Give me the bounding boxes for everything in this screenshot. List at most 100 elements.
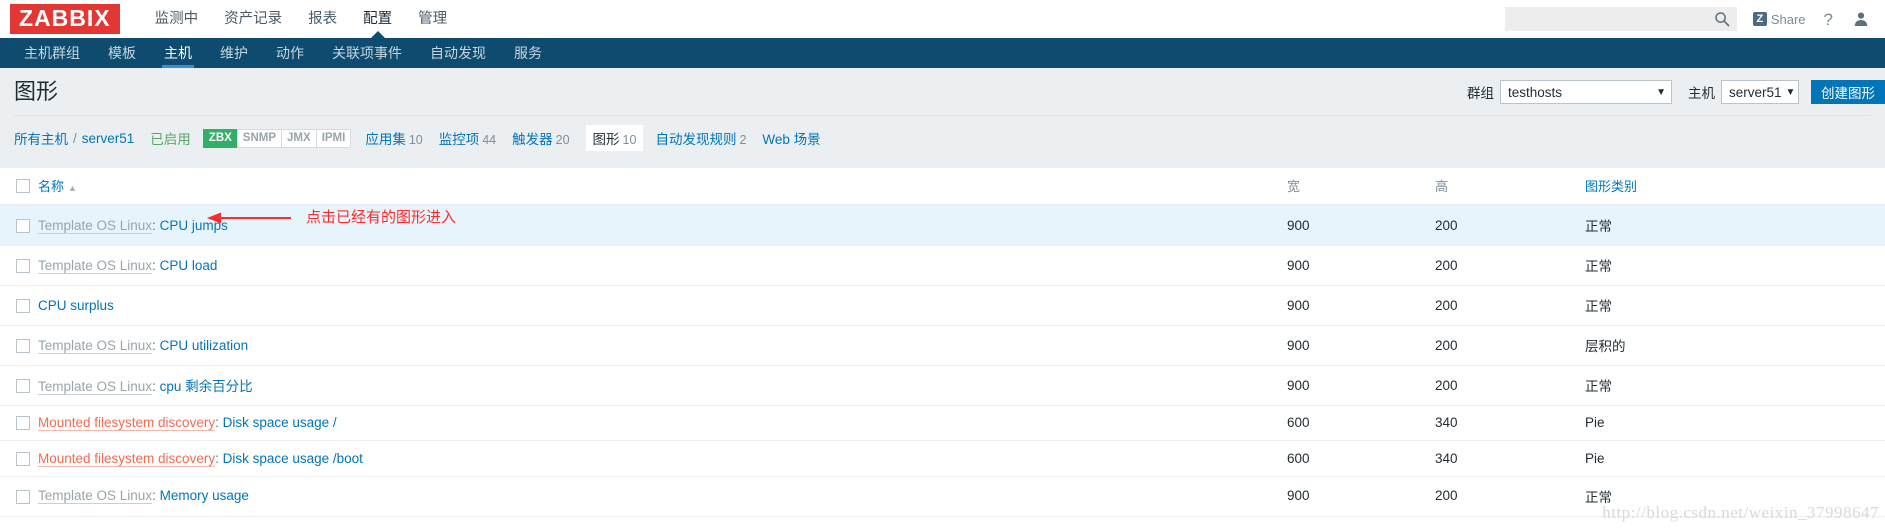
graph-width-cell: 900 <box>1287 516 1435 529</box>
graph-source-link[interactable]: Mounted filesystem discovery <box>38 415 216 432</box>
table-row[interactable]: Mounted filesystem discovery: Disk space… <box>0 405 1885 442</box>
graph-name-link[interactable]: CPU utilization <box>160 338 249 353</box>
graph-type-cell: 层积的 <box>1585 325 1885 366</box>
graph-source-link[interactable]: Template OS Linux <box>38 488 153 505</box>
search-icon[interactable] <box>1714 11 1730 27</box>
row-checkbox[interactable] <box>16 451 30 466</box>
graph-name-cell: Template OS Linux: cpu 剩余百分比 <box>38 365 1287 406</box>
breadcrumb-tab-2[interactable]: 触发器 20 <box>512 128 569 148</box>
group-select[interactable]: testhosts ▼ <box>1500 80 1672 104</box>
chevron-down-icon: ▼ <box>1785 86 1796 98</box>
graph-source-link[interactable]: Mounted filesystem discovery <box>38 450 216 467</box>
sort-ascending-icon: ▲ <box>68 183 77 193</box>
graph-name-link[interactable]: cpu 剩余百分比 <box>160 379 253 394</box>
sub-nav-item-5[interactable]: 关联项事件 <box>318 38 416 68</box>
table-row[interactable]: Network interface discovery: Network tra… <box>0 516 1885 529</box>
breadcrumb-tab-5[interactable]: Web 场景 <box>762 128 820 148</box>
graph-type-cell: 正常 <box>1585 516 1885 529</box>
main-nav-item-2[interactable]: 报表 <box>295 0 350 38</box>
table-row[interactable]: Template OS Linux: cpu 剩余百分比 900 200 正常 <box>0 365 1885 406</box>
graph-name-link[interactable]: CPU load <box>160 258 218 273</box>
table-row[interactable]: CPU surplus 900 200 正常 <box>0 285 1885 326</box>
breadcrumb-tab-count: 44 <box>482 133 497 147</box>
sub-nav-item-7[interactable]: 服务 <box>500 38 556 68</box>
top-header: ZABBIX 监测中 资产记录 报表 配置 管理 Z Share ? <box>0 0 1885 39</box>
row-checkbox[interactable] <box>16 378 30 393</box>
create-graph-button[interactable]: 创建图形 <box>1811 80 1885 104</box>
breadcrumb-tab-label: 图形 <box>592 132 620 147</box>
row-select-cell <box>0 325 38 366</box>
search-box[interactable] <box>1504 7 1737 31</box>
row-checkbox[interactable] <box>16 489 30 504</box>
row-select-cell <box>0 476 38 517</box>
table-row[interactable]: Template OS Linux: CPU load 900 200 正常 <box>0 245 1885 286</box>
graphs-table-wrap: 名称 ▲ 宽 高 图形类别 Template OS Linux: CPU jump… <box>0 168 1885 529</box>
breadcrumb-tab-4[interactable]: 自动发现规则 2 <box>655 128 746 148</box>
row-select-cell <box>0 245 38 286</box>
main-nav-item-0[interactable]: 监测中 <box>142 0 212 38</box>
table-row[interactable]: Template OS Linux: Memory usage 900 200 正常 <box>0 476 1885 517</box>
graph-name-link[interactable]: Disk space usage /boot <box>223 451 363 466</box>
search-input[interactable] <box>1504 8 1705 30</box>
header-right-tools: Z Share ? <box>1504 0 1873 38</box>
table-header: 名称 ▲ 宽 高 图形类别 <box>0 168 1885 206</box>
row-checkbox[interactable] <box>16 258 30 273</box>
main-nav-item-4[interactable]: 管理 <box>405 0 460 38</box>
graph-name-link[interactable]: Disk space usage / <box>223 415 337 430</box>
graph-type-cell: 正常 <box>1585 205 1885 246</box>
column-header-height: 高 <box>1435 168 1585 206</box>
breadcrumb-tab-3[interactable]: 图形 10 <box>585 125 644 151</box>
table-row[interactable]: Template OS Linux: CPU utilization 900 200… <box>0 325 1885 366</box>
graph-name-link[interactable]: CPU jumps <box>160 218 228 233</box>
column-header-type[interactable]: 图形类别 <box>1585 168 1885 206</box>
user-icon[interactable] <box>1853 11 1869 27</box>
graph-width-cell: 900 <box>1287 476 1435 517</box>
sub-nav-item-3[interactable]: 维护 <box>206 38 262 68</box>
row-checkbox[interactable] <box>16 218 30 233</box>
breadcrumb-all-hosts[interactable]: 所有主机 <box>14 128 68 148</box>
graph-name-separator: : <box>152 488 160 504</box>
share-badge-icon: Z <box>1752 12 1767 26</box>
breadcrumb-tab-1[interactable]: 监控项 44 <box>439 128 496 148</box>
row-checkbox[interactable] <box>16 298 30 313</box>
sub-nav-item-4[interactable]: 动作 <box>262 38 318 68</box>
graph-type-cell: 正常 <box>1585 476 1885 517</box>
graph-source-link[interactable]: Template OS Linux <box>38 379 153 395</box>
sub-nav-item-0[interactable]: 主机群组 <box>10 38 94 68</box>
sub-nav-item-2[interactable]: 主机 <box>150 38 206 68</box>
row-checkbox[interactable] <box>16 338 30 353</box>
table-row[interactable]: Mounted filesystem discovery: Disk space… <box>0 440 1885 477</box>
breadcrumb-tab-label: 监控项 <box>438 132 480 147</box>
graph-name-link[interactable]: CPU surplus <box>38 298 114 313</box>
protocol-badge-zbx: ZBX <box>202 128 237 148</box>
zabbix-logo[interactable]: ZABBIX <box>10 4 120 34</box>
graph-height-cell: 340 <box>1435 440 1585 477</box>
help-icon[interactable]: ? <box>1824 11 1833 28</box>
graph-name-link[interactable]: Memory usage <box>160 488 249 503</box>
main-nav-item-1[interactable]: 资产记录 <box>211 0 295 38</box>
page-title: 图形 <box>14 79 59 104</box>
graph-width-cell: 900 <box>1287 205 1435 246</box>
host-status-badge: 已启用 <box>150 132 191 147</box>
column-header-name[interactable]: 名称 ▲ <box>38 168 1287 206</box>
breadcrumb-host[interactable]: server51 <box>82 131 135 146</box>
table-body: Template OS Linux: CPU jumps 900 200 正常 Temp… <box>0 205 1885 529</box>
sub-nav-item-1[interactable]: 模板 <box>94 38 150 68</box>
graph-name-cell: Template OS Linux: Memory usage <box>38 476 1287 517</box>
select-all-checkbox[interactable] <box>16 179 30 194</box>
graph-source-link[interactable]: Template OS Linux <box>38 217 153 234</box>
main-nav-item-3[interactable]: 配置 <box>350 0 405 39</box>
share-button[interactable]: Z Share <box>1752 12 1806 27</box>
graph-name-separator: : <box>215 450 223 466</box>
host-select[interactable]: server51 ▼ <box>1721 80 1799 104</box>
graph-source-link[interactable]: Template OS Linux <box>38 337 153 354</box>
zabbix-graphs-page: ZABBIX 监测中 资产记录 报表 配置 管理 Z Share ? 主机群组 模板 主机维… <box>0 0 1885 529</box>
row-checkbox[interactable] <box>16 416 30 431</box>
graph-name-separator: : <box>215 415 223 431</box>
breadcrumb-tab-0[interactable]: 应用集 10 <box>365 128 422 148</box>
filter-controls: 群组 testhosts ▼ 主机 server51 ▼ 创建图形 <box>1467 80 1885 104</box>
table-row[interactable]: Template OS Linux: CPU jumps 900 200 正常 <box>0 205 1885 246</box>
row-select-cell <box>0 365 38 406</box>
sub-nav-item-6[interactable]: 自动发现 <box>416 38 500 68</box>
graph-source-link[interactable]: Template OS Linux <box>38 257 153 274</box>
